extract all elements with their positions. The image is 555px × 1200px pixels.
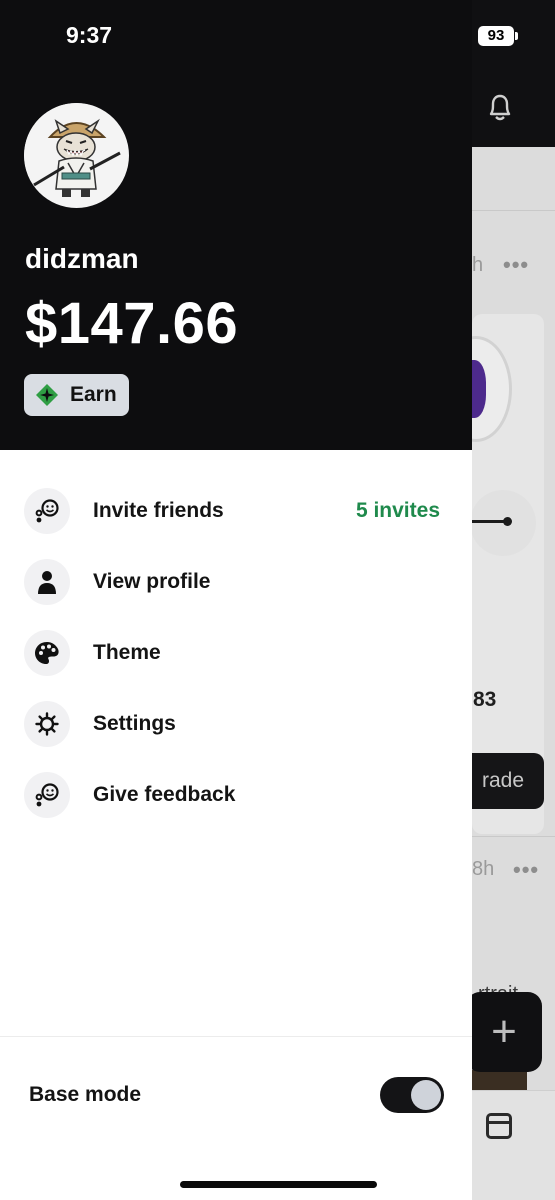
base-mode-label: Base mode — [29, 1083, 142, 1106]
drawer-header: 9:37 didzman $147.66 Earn — [0, 0, 472, 450]
home-indicator[interactable] — [180, 1181, 377, 1188]
balance-amount: $147.66 — [25, 291, 239, 356]
person-icon — [24, 559, 70, 605]
invites-count: 5 invites — [355, 499, 440, 522]
create-button[interactable]: + — [466, 992, 542, 1072]
base-mode-toggle[interactable] — [380, 1077, 444, 1113]
palette-icon — [24, 630, 70, 676]
background-image-strip — [472, 1070, 527, 1090]
tab-bar — [472, 1090, 555, 1200]
gear-icon — [24, 701, 70, 747]
menu-item-label: Theme — [93, 641, 161, 664]
background-timestamp: h — [472, 254, 484, 276]
menu-item-theme[interactable]: Theme — [24, 625, 464, 681]
section-divider — [0, 1036, 472, 1037]
menu-item-label: View profile — [93, 570, 211, 593]
more-icon[interactable]: ••• — [503, 252, 529, 278]
more-icon[interactable]: ••• — [513, 857, 539, 883]
background-divider — [472, 836, 555, 837]
side-drawer: 9:37 didzman $147.66 Earn Invite friends… — [0, 0, 472, 1200]
earn-label: Earn — [70, 383, 117, 406]
background-timestamp: 8h — [472, 858, 495, 880]
menu-item-invite-friends[interactable]: Invite friends 5 invites — [24, 483, 464, 539]
menu-item-give-feedback[interactable]: Give feedback — [24, 767, 464, 823]
earn-button[interactable]: Earn — [24, 374, 129, 416]
invite-icon — [24, 488, 70, 534]
battery-cap — [515, 32, 518, 40]
avatar[interactable] — [24, 103, 129, 208]
menu-item-settings[interactable]: Settings — [24, 696, 464, 752]
feedback-icon — [24, 772, 70, 818]
battery-indicator: 93 — [478, 26, 514, 46]
earn-icon — [36, 384, 58, 406]
toggle-knob — [411, 1080, 441, 1110]
status-time: 9:37 — [66, 22, 113, 48]
window-icon[interactable] — [486, 1113, 512, 1139]
menu-item-label: Give feedback — [93, 783, 236, 806]
menu-item-view-profile[interactable]: View profile — [24, 554, 464, 610]
menu-item-label: Settings — [93, 712, 176, 735]
background-number: 83 — [473, 688, 497, 711]
samurai-cat-avatar-icon — [24, 103, 128, 207]
background-chart-dot — [503, 517, 512, 526]
background-divider — [472, 210, 555, 211]
menu-item-label: Invite friends — [93, 499, 224, 522]
username: didzman — [25, 243, 139, 274]
bell-icon[interactable] — [486, 92, 514, 122]
